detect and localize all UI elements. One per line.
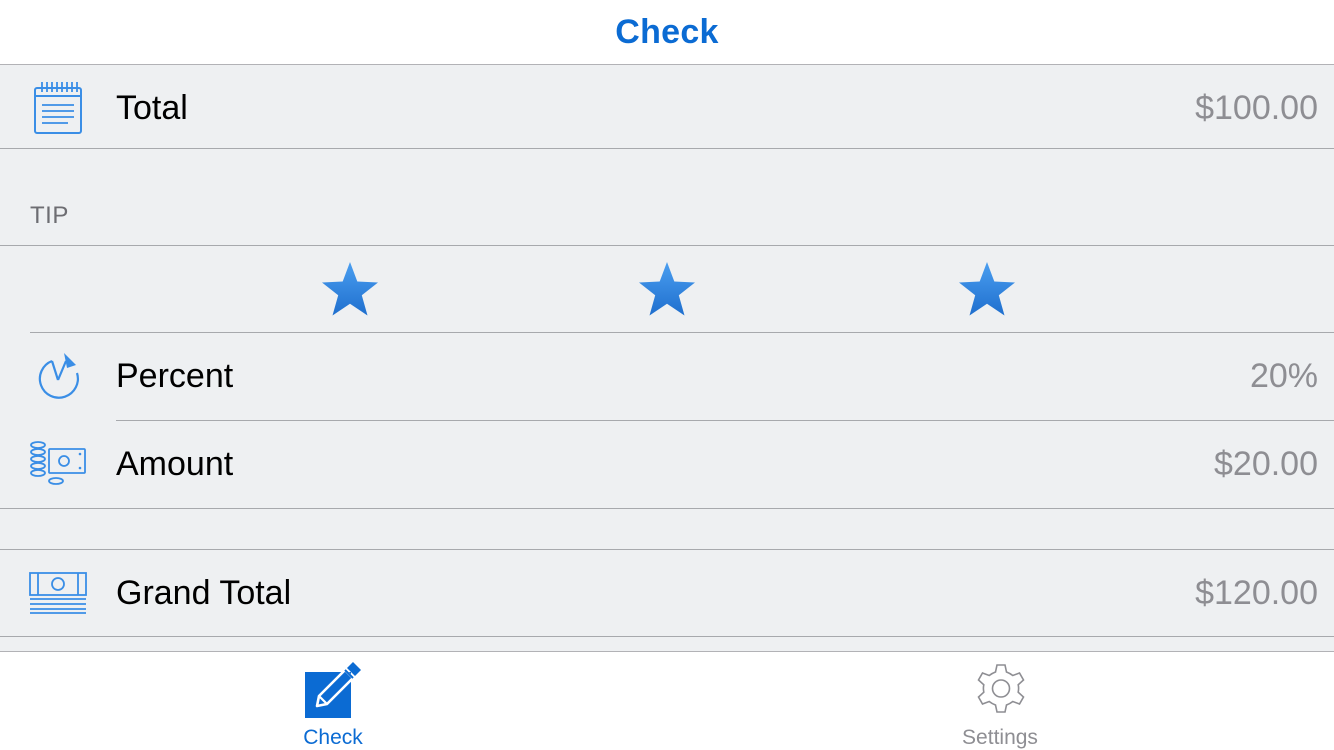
tip-section-header: TIP: [30, 202, 69, 229]
amount-value: $20.00: [1214, 444, 1318, 483]
grand-total-row[interactable]: Grand Total $120.00: [0, 550, 1334, 636]
star-icon[interactable]: [320, 260, 380, 320]
amount-label: Amount: [116, 444, 234, 483]
divider: [0, 636, 1334, 637]
grand-total-label: Grand Total: [116, 573, 292, 612]
tab-check[interactable]: Check: [233, 652, 433, 750]
amount-row[interactable]: Amount $20.00: [0, 421, 1334, 507]
percent-label: Percent: [116, 356, 234, 395]
star-icon[interactable]: [957, 260, 1017, 320]
total-value: $100.00: [1195, 88, 1318, 127]
tab-settings-label: Settings: [962, 726, 1038, 749]
coins-cash-icon: [28, 434, 88, 494]
percent-row[interactable]: Percent 20%: [0, 333, 1334, 419]
tab-bar: Check Settings: [0, 651, 1334, 750]
check-screen: Check Total $100.00 TIP Percent 20% Amou…: [0, 0, 1334, 750]
tab-check-label: Check: [303, 726, 363, 749]
tab-settings[interactable]: Settings: [900, 652, 1100, 750]
percent-value: 20%: [1249, 356, 1318, 395]
page-title: Check: [615, 12, 719, 51]
divider: [0, 148, 1334, 149]
total-row[interactable]: Total $100.00: [0, 65, 1334, 151]
star-icon[interactable]: [637, 260, 697, 320]
edit-pencil-icon: [305, 662, 363, 720]
total-label: Total: [116, 88, 188, 127]
tip-star-rating: [0, 246, 1334, 332]
gear-icon: [972, 662, 1030, 720]
notepad-icon: [28, 78, 88, 138]
pie-chart-icon: [28, 346, 88, 406]
divider: [0, 508, 1334, 509]
money-bills-icon: [28, 563, 88, 623]
navigation-bar: Check: [0, 0, 1334, 65]
grand-total-value: $120.00: [1195, 573, 1318, 612]
